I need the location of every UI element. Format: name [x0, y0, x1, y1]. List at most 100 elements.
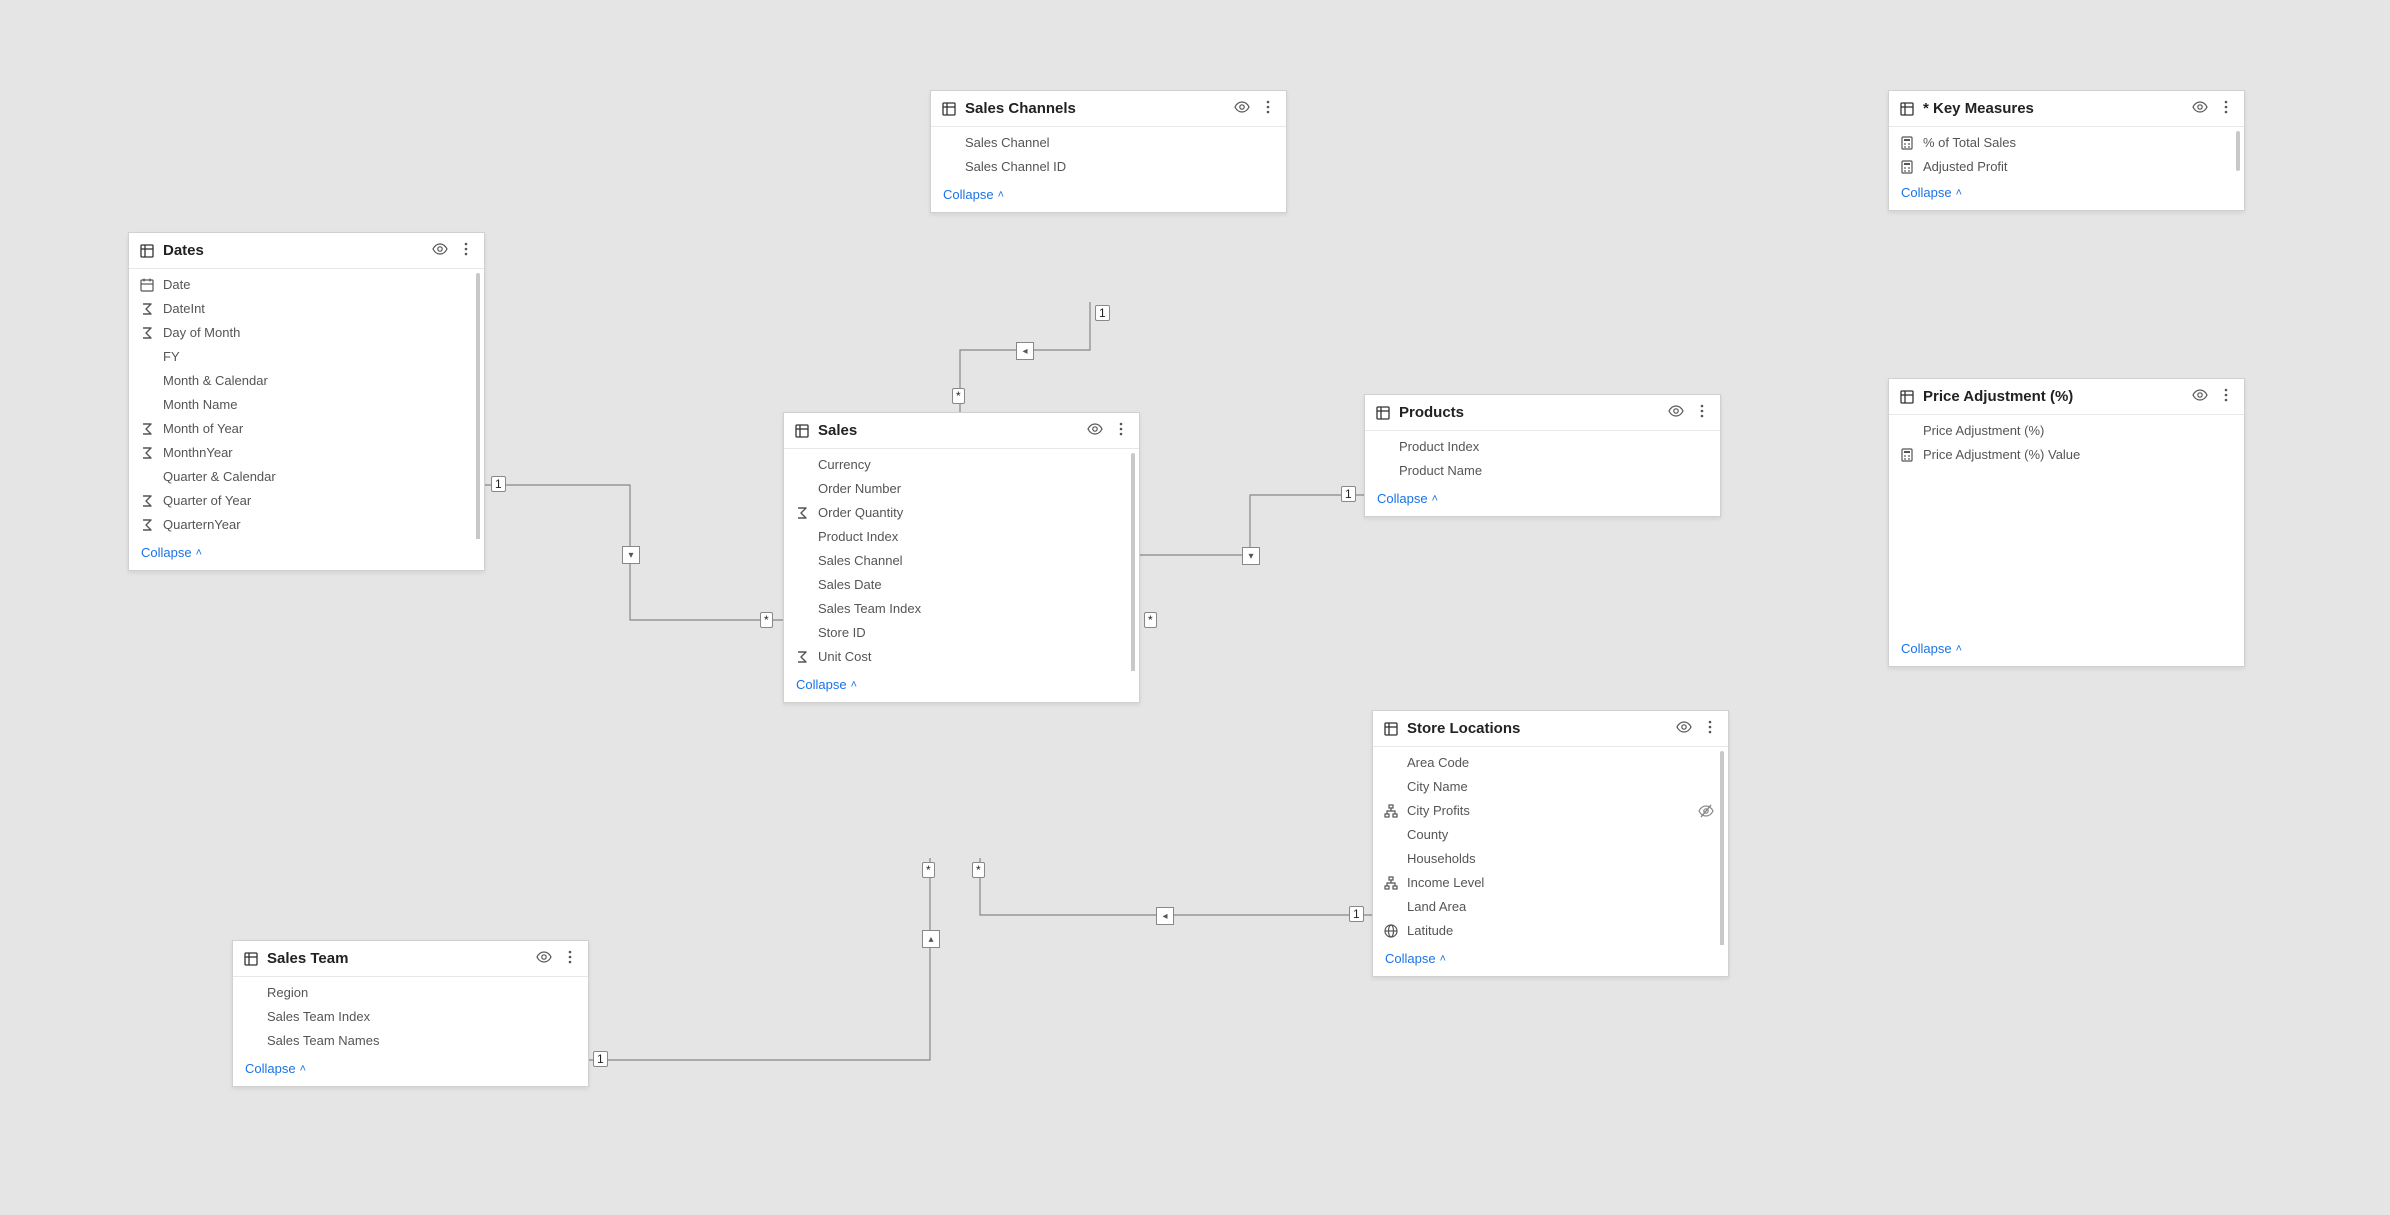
collapse-toggle[interactable]: Collapse˄ [1889, 635, 2244, 666]
filter-direction-icon[interactable]: ▴ [922, 930, 940, 948]
more-options[interactable] [2218, 387, 2234, 406]
field-row[interactable]: Day of Month [129, 321, 484, 345]
field-row[interactable]: Latitude [1373, 919, 1728, 943]
field-row[interactable]: Households [1373, 847, 1728, 871]
field-row[interactable]: City Profits [1373, 799, 1728, 823]
table-sales-channels[interactable]: Sales Channels Sales ChannelSales Channel… [930, 90, 1287, 213]
field-row[interactable]: Order Quantity [784, 501, 1139, 525]
collapse-toggle[interactable]: Collapse˄ [931, 181, 1286, 212]
field-row[interactable]: Month of Year [129, 417, 484, 441]
field-row[interactable]: Region [233, 981, 588, 1005]
more-options[interactable] [1113, 421, 1129, 440]
more-options[interactable] [1694, 403, 1710, 422]
table-price-adjustment[interactable]: Price Adjustment (%)Price Adjustment (%)… [1888, 378, 2245, 667]
scrollbar[interactable] [2236, 131, 2240, 171]
more-options[interactable] [2218, 99, 2234, 118]
filter-direction-icon[interactable]: ◂ [1156, 907, 1174, 925]
field-row[interactable]: Currency [784, 453, 1139, 477]
filter-direction-icon[interactable]: ◂ [1016, 342, 1034, 360]
table-products[interactable]: Products Product IndexProduct NameCollaps… [1364, 394, 1721, 517]
field-row[interactable]: MonthnYear [129, 441, 484, 465]
table-icon [1383, 721, 1399, 737]
field-row[interactable]: Sales Team Index [784, 597, 1139, 621]
field-row[interactable]: Product Name [1365, 459, 1720, 483]
table-key-measures[interactable]: * Key Measures % of Total SalesAdjusted P… [1888, 90, 2245, 211]
scrollbar[interactable] [1720, 751, 1724, 945]
field-row[interactable]: Price Adjustment (%) [1889, 419, 2244, 443]
table-dates[interactable]: Dates DateDateIntDay of MonthFYMonth & Ca… [128, 232, 485, 571]
table-sales-team[interactable]: Sales Team RegionSales Team IndexSales Te… [232, 940, 589, 1087]
more-options[interactable] [562, 949, 578, 968]
table-sales[interactable]: Sales Currency Order Number Order QuantityP… [783, 412, 1140, 703]
collapse-toggle[interactable]: Collapse˄ [129, 539, 484, 570]
table-title: * Key Measures [1923, 100, 2184, 117]
visibility-toggle[interactable] [1668, 403, 1684, 422]
field-row[interactable]: DateInt [129, 297, 484, 321]
table-title: Products [1399, 404, 1660, 421]
field-row[interactable]: % of Total Sales [1889, 131, 2244, 155]
scrollbar[interactable] [1131, 453, 1135, 671]
field-row[interactable]: QuarternYear [129, 513, 484, 537]
visibility-toggle[interactable] [1234, 99, 1250, 118]
collapse-toggle[interactable]: Collapse˄ [233, 1055, 588, 1086]
field-row[interactable]: Product Index [1365, 435, 1720, 459]
field-row[interactable]: Quarter & Calendar [129, 465, 484, 489]
table-header[interactable]: Dates [129, 233, 484, 269]
field-row[interactable]: Sales Team Names [233, 1029, 588, 1053]
field-row[interactable]: Store ID [784, 621, 1139, 645]
table-header[interactable]: Sales [784, 413, 1139, 449]
filter-direction-icon[interactable]: ▾ [622, 546, 640, 564]
collapse-toggle[interactable]: Collapse˄ [1373, 945, 1728, 976]
field-row[interactable]: Income Level [1373, 871, 1728, 895]
table-header[interactable]: Sales Team [233, 941, 588, 977]
field-row[interactable]: Land Area [1373, 895, 1728, 919]
chevron-up-icon: ˄ [1956, 187, 1962, 199]
visibility-toggle[interactable] [2192, 387, 2208, 406]
more-vertical-icon [458, 241, 474, 257]
collapse-toggle[interactable]: Collapse˄ [1365, 485, 1720, 516]
field-row[interactable]: Product Index [784, 525, 1139, 549]
field-row[interactable]: Sales Date [784, 573, 1139, 597]
more-options[interactable] [1260, 99, 1276, 118]
table-fields: Product IndexProduct Name [1365, 431, 1720, 485]
field-row[interactable]: Date [129, 273, 484, 297]
scrollbar[interactable] [476, 273, 480, 539]
field-row[interactable]: Price Adjustment (%) Value [1889, 443, 2244, 467]
collapse-label: Collapse [1901, 185, 1952, 200]
table-header[interactable]: Products [1365, 395, 1720, 431]
visibility-toggle[interactable] [536, 949, 552, 968]
visibility-toggle[interactable] [1087, 421, 1103, 440]
field-row[interactable]: Sales Channel [784, 549, 1139, 573]
field-row[interactable]: Sales Channel ID [931, 155, 1286, 179]
field-row[interactable]: Sales Team Index [233, 1005, 588, 1029]
field-row[interactable]: Quarter of Year [129, 489, 484, 513]
more-options[interactable] [458, 241, 474, 260]
table-header[interactable]: * Key Measures [1889, 91, 2244, 127]
table-header[interactable]: Store Locations [1373, 711, 1728, 747]
visibility-toggle[interactable] [1676, 719, 1692, 738]
field-row[interactable]: Area Code [1373, 751, 1728, 775]
field-row[interactable]: Sales Channel [931, 131, 1286, 155]
eye-icon [432, 241, 448, 257]
field-row[interactable]: Month Name [129, 393, 484, 417]
model-canvas[interactable]: 1 * ▾ 1 * ◂ 1 * ▾ 1 * ◂ 1 * ▴ DatesDateD… [0, 0, 2390, 1215]
field-row[interactable]: Month & Calendar [129, 369, 484, 393]
table-header[interactable]: Sales Channels [931, 91, 1286, 127]
visibility-toggle[interactable] [432, 241, 448, 260]
field-row[interactable]: Unit Cost [784, 645, 1139, 669]
collapse-toggle[interactable]: Collapse ˄ [1889, 179, 2244, 210]
table-header[interactable]: Price Adjustment (%) [1889, 379, 2244, 415]
collapse-toggle[interactable]: Collapse˄ [784, 671, 1139, 702]
eye-icon [1668, 403, 1684, 419]
field-row[interactable]: Order Number [784, 477, 1139, 501]
field-row[interactable]: FY [129, 345, 484, 369]
field-row[interactable]: Adjusted Profit [1889, 155, 2244, 179]
visibility-toggle[interactable] [2192, 99, 2208, 118]
more-options[interactable] [1702, 719, 1718, 738]
field-row[interactable]: City Name [1373, 775, 1728, 799]
table-store-locations[interactable]: Store Locations Area CodeCity NameCity Pr… [1372, 710, 1729, 977]
field-row[interactable]: County [1373, 823, 1728, 847]
filter-direction-icon[interactable]: ▾ [1242, 547, 1260, 565]
cardinality-many: * [1144, 612, 1157, 628]
field-label: Order Number [818, 480, 1101, 498]
